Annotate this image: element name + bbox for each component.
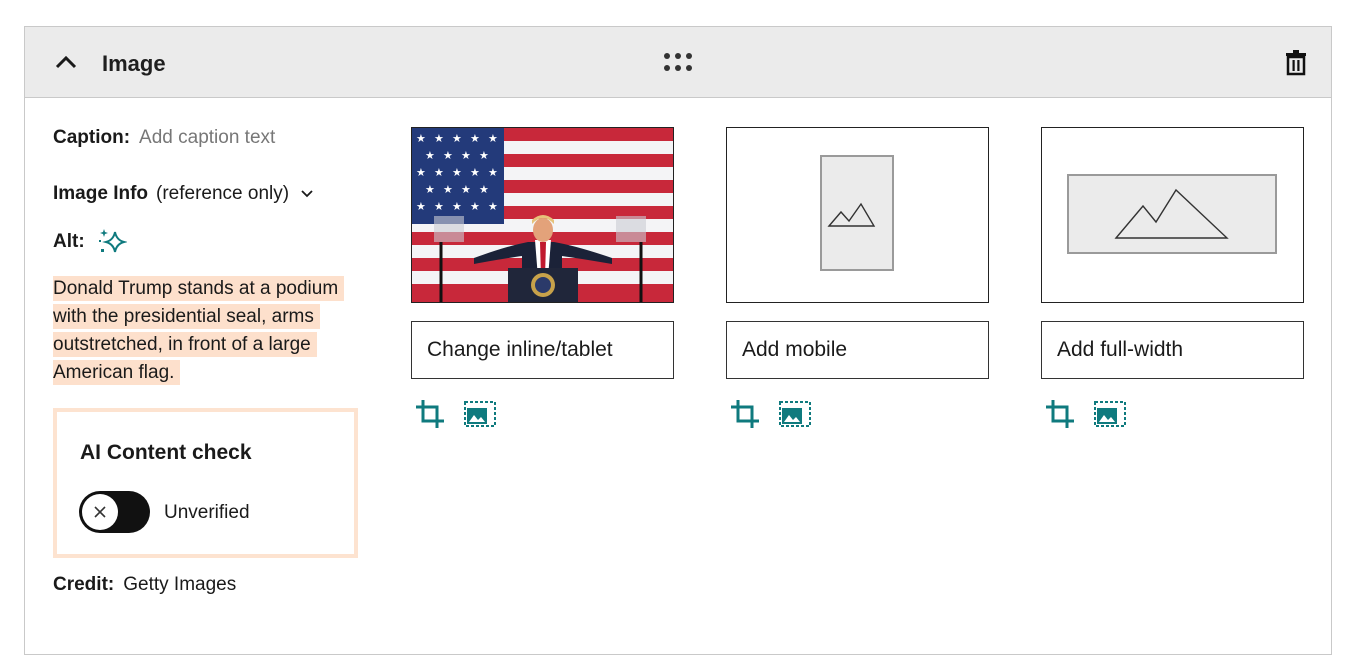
toggle-knob (82, 494, 118, 530)
close-icon (94, 506, 106, 518)
svg-text:★: ★ (425, 183, 435, 196)
trash-icon (1286, 50, 1306, 76)
crop-button[interactable] (413, 397, 447, 431)
svg-text:★: ★ (488, 132, 498, 145)
image-tools (411, 397, 674, 431)
svg-text:★: ★ (443, 183, 453, 196)
svg-text:★: ★ (434, 200, 444, 213)
svg-text:★: ★ (452, 132, 462, 145)
svg-text:★: ★ (488, 166, 498, 179)
variant-mobile: Add mobile (726, 127, 989, 431)
image-frame-icon (1094, 401, 1126, 427)
svg-text:★: ★ (461, 183, 471, 196)
crop-button[interactable] (1043, 397, 1077, 431)
toggle-status-label: Unverified (164, 502, 250, 523)
crop-icon (731, 400, 759, 428)
image-block-panel: Image Caption: Add caption text Image In… (24, 26, 1332, 655)
crop-icon (416, 400, 444, 428)
alt-text-value: Donald Trump stands at a podium with the… (53, 276, 345, 385)
image-preview-mobile[interactable] (726, 127, 989, 303)
svg-text:★: ★ (470, 132, 480, 145)
add-full-width-button[interactable]: Add full-width (1041, 321, 1304, 379)
credit-value: Getty Images (123, 574, 237, 595)
panel-header: Image (25, 27, 1331, 98)
variant-inline-tablet: ★ ★ ★ ★ ★ ★ ★ ★ ★ ★ ★ ★ ★ ★ ★ ★ ★ ★ ★ ★ ★ ★ ★ (411, 127, 674, 431)
drag-handle[interactable] (663, 51, 693, 75)
svg-text:★: ★ (470, 200, 480, 213)
svg-text:★: ★ (452, 166, 462, 179)
image-info-note: (reference only) (156, 183, 290, 204)
delete-button[interactable] (1283, 49, 1309, 77)
panel-title: Image (102, 51, 166, 76)
svg-text:★: ★ (416, 166, 426, 179)
image-frame-icon (779, 401, 811, 427)
svg-text:★: ★ (461, 149, 471, 162)
image-frame-icon (464, 401, 496, 427)
svg-text:★: ★ (434, 166, 444, 179)
svg-text:★: ★ (479, 183, 489, 196)
ai-check-title: AI Content check (80, 441, 252, 464)
image-info-toggle[interactable]: Image Info (reference only) (53, 183, 313, 205)
focal-point-button[interactable] (1093, 397, 1127, 431)
portrait-placeholder-icon (820, 155, 894, 271)
credit-label: Credit: (53, 574, 115, 595)
svg-text:★: ★ (434, 132, 444, 145)
focal-point-button[interactable] (778, 397, 812, 431)
chevron-up-icon (55, 55, 77, 69)
change-inline-tablet-button[interactable]: Change inline/tablet (411, 321, 674, 379)
crop-button[interactable] (728, 397, 762, 431)
collapse-button[interactable] (53, 51, 79, 73)
svg-text:★: ★ (479, 149, 489, 162)
caption-input[interactable]: Add caption text (139, 127, 275, 149)
image-info-label: Image Info (53, 183, 149, 204)
alt-text[interactable]: Donald Trump stands at a podium with the… (53, 275, 363, 387)
alt-label: Alt: (53, 231, 85, 252)
chevron-down-icon (301, 190, 313, 198)
image-tools (1041, 397, 1304, 431)
ai-content-check: AI Content check Unverified (53, 408, 358, 558)
image-preview-full-width[interactable] (1041, 127, 1304, 303)
crop-icon (1046, 400, 1074, 428)
caption-label: Caption: (53, 127, 131, 148)
caption-row: Caption: Add caption text (53, 127, 275, 149)
image-tools (726, 397, 989, 431)
flag-photo: ★ ★ ★ ★ ★ ★ ★ ★ ★ ★ ★ ★ ★ ★ ★ ★ ★ ★ ★ ★ ★ ★ ★ (412, 128, 673, 302)
drag-dots-icon (664, 53, 692, 71)
svg-text:★: ★ (452, 200, 462, 213)
image-preview-inline[interactable]: ★ ★ ★ ★ ★ ★ ★ ★ ★ ★ ★ ★ ★ ★ ★ ★ ★ ★ ★ ★ ★ ★ ★ (411, 127, 674, 303)
focal-point-button[interactable] (463, 397, 497, 431)
add-mobile-button[interactable]: Add mobile (726, 321, 989, 379)
landscape-placeholder-icon (1067, 174, 1277, 254)
verification-toggle[interactable] (79, 491, 150, 533)
alt-row: Alt: (53, 227, 127, 257)
svg-text:★: ★ (425, 149, 435, 162)
svg-text:★: ★ (470, 166, 480, 179)
svg-text:★: ★ (443, 149, 453, 162)
svg-text:★: ★ (488, 200, 498, 213)
svg-text:★: ★ (416, 200, 426, 213)
svg-text:★: ★ (416, 132, 426, 145)
variant-full-width: Add full-width (1041, 127, 1304, 431)
sparkle-icon[interactable] (97, 227, 127, 257)
credit-row: Credit: Getty Images (53, 574, 236, 596)
